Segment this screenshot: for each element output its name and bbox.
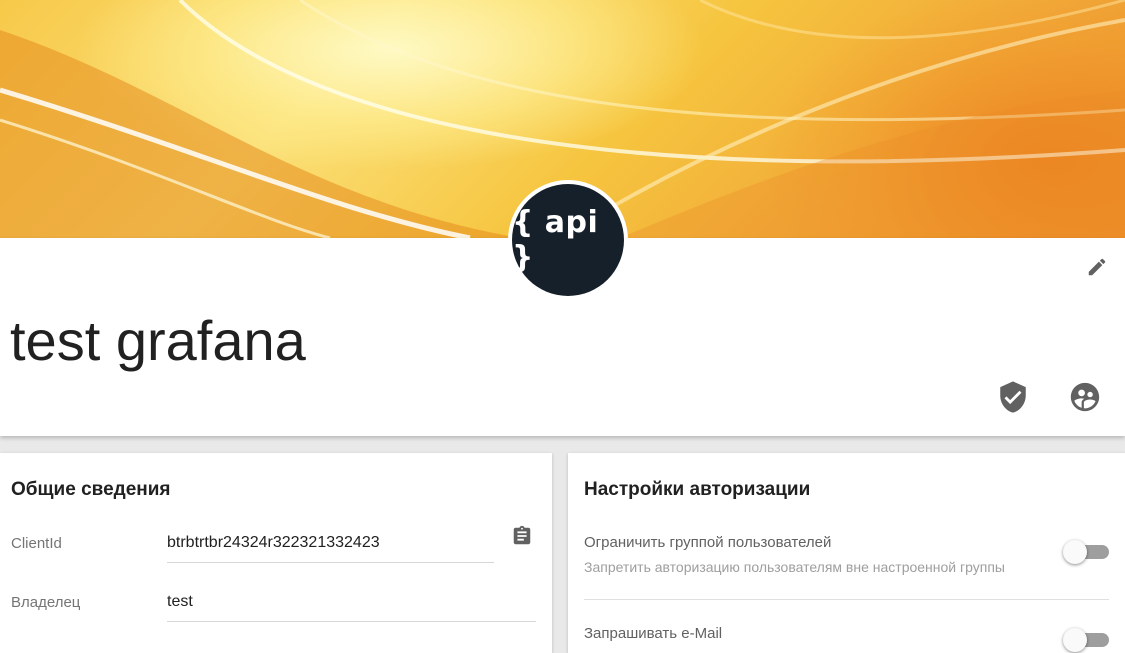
owner-label: Владелец	[11, 594, 81, 611]
request-email-toggle[interactable]	[1063, 628, 1111, 652]
verified-app-button[interactable]	[994, 378, 1032, 416]
page-title: test grafana	[10, 309, 306, 372]
restrict-group-label: Ограничить группой пользователей	[584, 534, 832, 551]
general-info-card: Общие сведения ClientId btrbtrtbr24324r3…	[0, 453, 552, 653]
request-email-label: Запрашивать e-Mail	[584, 625, 723, 642]
pencil-icon	[1088, 258, 1106, 276]
clipboard-icon	[513, 525, 531, 545]
general-info-title: Общие сведения	[11, 479, 171, 500]
avatar-logo: { api }	[512, 184, 624, 296]
edit-button[interactable]	[1082, 252, 1112, 282]
account-group-icon	[1070, 382, 1100, 412]
copy-client-id-button[interactable]	[510, 523, 534, 549]
app-avatar: { api }	[508, 180, 628, 300]
auth-settings-title: Настройки авторизации	[584, 479, 811, 500]
owner-field[interactable]: test	[167, 593, 536, 622]
auth-settings-card: Настройки авторизации Ограничить группой…	[568, 453, 1125, 653]
shield-check-icon	[1000, 381, 1026, 413]
client-id-label: ClientId	[11, 535, 62, 552]
settings-divider	[584, 599, 1109, 600]
toggle-thumb	[1063, 540, 1087, 564]
toggle-thumb	[1063, 628, 1087, 652]
client-id-field[interactable]: btrbtrtbr24324r322321332423	[167, 534, 494, 563]
restrict-group-toggle[interactable]	[1063, 540, 1111, 564]
user-groups-button[interactable]	[1066, 378, 1104, 416]
restrict-group-description: Запретить авторизацию пользователям вне …	[584, 559, 1005, 575]
